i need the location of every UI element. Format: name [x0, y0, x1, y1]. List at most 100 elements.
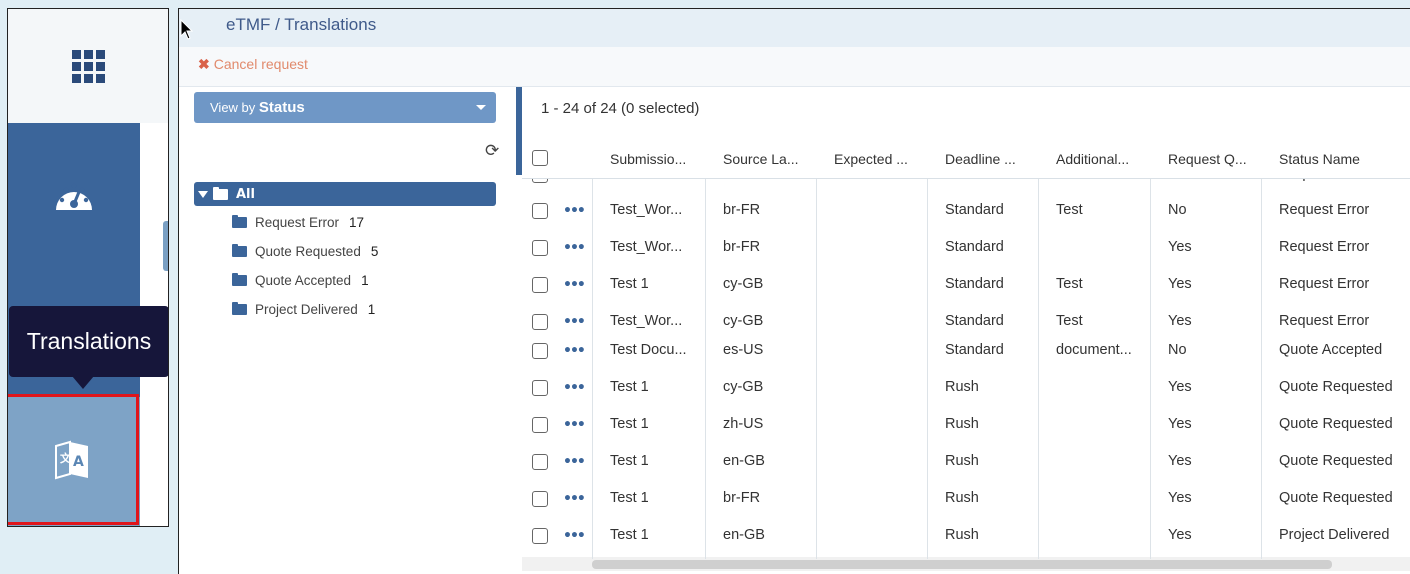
column-divider — [592, 139, 593, 559]
row-actions-more-icon[interactable]: ••• — [563, 529, 586, 543]
row-checkbox[interactable] — [532, 417, 548, 433]
table-cell: Test 1 — [610, 276, 649, 292]
cancel-request-button[interactable]: ✖ Cancel request — [198, 56, 308, 73]
table-cell: Quote Requested — [1279, 379, 1393, 395]
table-cell: Yes — [1168, 239, 1192, 255]
table-cell: es-US — [723, 342, 764, 358]
horizontal-scrollbar[interactable] — [592, 560, 1332, 569]
translations-table: Test Docu... es-US Standard document... No Re… — [522, 139, 1410, 574]
table-cell: Yes — [1168, 276, 1192, 292]
row-checkbox[interactable] — [532, 277, 548, 293]
table-cell: Test 1 — [610, 379, 649, 395]
table-cell: Yes — [1168, 416, 1192, 432]
apps-grid-icon — [71, 49, 105, 83]
column-header[interactable]: Request Q... — [1168, 151, 1268, 167]
row-actions-more-icon[interactable]: ••• — [563, 418, 586, 432]
svg-text:文: 文 — [60, 451, 72, 465]
column-header[interactable]: Expected ... — [834, 151, 934, 167]
row-checkbox[interactable] — [532, 454, 548, 470]
table-cell: en-GB — [723, 453, 765, 469]
table-cell: Test 1 — [610, 527, 649, 543]
nav-translations-button[interactable]: 文 A — [8, 394, 139, 525]
table-cell: Test_Wor... — [610, 239, 683, 255]
row-actions-more-icon[interactable]: ••• — [563, 204, 586, 218]
row-actions-more-icon[interactable]: ••• — [563, 492, 586, 506]
tree-item-quote-accepted[interactable]: Quote Accepted 1 — [232, 273, 369, 288]
table-cell: Rush — [945, 453, 979, 469]
tree-node-all[interactable]: All — [194, 182, 496, 206]
row-checkbox[interactable] — [532, 203, 548, 219]
row-checkbox[interactable] — [532, 380, 548, 396]
folder-open-icon — [213, 186, 228, 200]
view-by-dropdown[interactable]: View by Status — [194, 92, 496, 123]
folder-icon — [232, 302, 247, 315]
table-cell: Standard — [945, 342, 1004, 358]
select-all-checkbox[interactable] — [532, 150, 548, 166]
column-header[interactable]: Deadline ... — [945, 151, 1045, 167]
table-cell: cy-GB — [723, 313, 764, 329]
translate-icon: 文 A — [55, 440, 88, 479]
column-header[interactable]: Status Name — [1279, 151, 1409, 167]
table-cell: Request Error — [1279, 276, 1370, 292]
row-actions-more-icon[interactable]: ••• — [563, 278, 586, 292]
table-cell: Request Error — [1279, 313, 1370, 329]
table-cell: Quote Requested — [1279, 453, 1393, 469]
table-cell: Yes — [1168, 527, 1192, 543]
table-cell: Test_Wor... — [610, 313, 683, 329]
row-actions-more-icon[interactable]: ••• — [563, 344, 586, 358]
row-actions-more-icon[interactable]: ••• — [563, 455, 586, 469]
breadcrumb[interactable]: eTMF / Translations — [226, 15, 376, 35]
row-actions-more-icon[interactable]: ••• — [563, 241, 586, 255]
folder-icon — [232, 215, 247, 228]
table-cell: Test — [1056, 276, 1083, 292]
close-icon: ✖ — [198, 56, 210, 72]
row-actions-more-icon[interactable]: ••• — [563, 381, 586, 395]
folder-icon — [232, 273, 247, 286]
column-header[interactable]: Additional... — [1056, 151, 1156, 167]
tree-item-request-error[interactable]: Request Error 17 — [232, 215, 364, 230]
app-launcher-button[interactable] — [8, 9, 168, 123]
table-cell: br-FR — [723, 239, 761, 255]
table-cell: Test 1 — [610, 453, 649, 469]
row-checkbox[interactable] — [532, 528, 548, 544]
tree-item-project-delivered[interactable]: Project Delivered 1 — [232, 302, 375, 317]
table-cell: No — [1168, 342, 1187, 358]
selection-count: 1 - 24 of 24 (0 selected) — [541, 100, 700, 117]
column-header[interactable]: Submissio... — [610, 151, 710, 167]
table-cell: Quote Requested — [1279, 490, 1393, 506]
tree-item-label: Quote Requested — [255, 244, 361, 259]
tree-item-count: 1 — [367, 302, 376, 317]
cancel-request-label: Cancel request — [213, 56, 308, 72]
table-cell: Rush — [945, 527, 979, 543]
column-header[interactable]: Source La... — [723, 151, 823, 167]
row-checkbox[interactable] — [532, 314, 548, 330]
view-by-value: Status — [258, 99, 305, 116]
tooltip-arrow — [72, 376, 94, 389]
table-cell: Test — [1056, 202, 1083, 218]
table-cell: Quote Requested — [1279, 416, 1393, 432]
left-nav: 文 A Translations — [7, 8, 169, 527]
row-checkbox[interactable] — [532, 491, 548, 507]
action-bar: ✖ Cancel request — [179, 47, 1410, 87]
table-cell: Request Error — [1279, 239, 1370, 255]
folder-icon — [232, 244, 247, 257]
table-cell: Test 1 — [610, 490, 649, 506]
row-actions-more-icon[interactable]: ••• — [563, 315, 586, 329]
top-bar: eTMF / Translations — [179, 9, 1410, 47]
refresh-icon[interactable]: ⟳ — [485, 141, 499, 161]
table-header: Submissio... Source La... Expected ... Dead… — [522, 139, 1410, 179]
tree-item-label: Project Delivered — [255, 302, 358, 317]
row-checkbox[interactable] — [532, 343, 548, 359]
table-cell: Standard — [945, 239, 1004, 255]
svg-text:A: A — [73, 454, 84, 470]
table-cell: Yes — [1168, 313, 1192, 329]
table-cell: Request Error — [1279, 202, 1370, 218]
table-cell: cy-GB — [723, 379, 764, 395]
tree-item-quote-requested[interactable]: Quote Requested 5 — [232, 244, 378, 259]
table-cell: cy-GB — [723, 276, 764, 292]
row-checkbox[interactable] — [532, 240, 548, 256]
table-cell: Yes — [1168, 379, 1192, 395]
table-cell: Test 1 — [610, 416, 649, 432]
view-by-prefix: View by — [210, 100, 256, 115]
table-cell: document... — [1056, 342, 1132, 358]
